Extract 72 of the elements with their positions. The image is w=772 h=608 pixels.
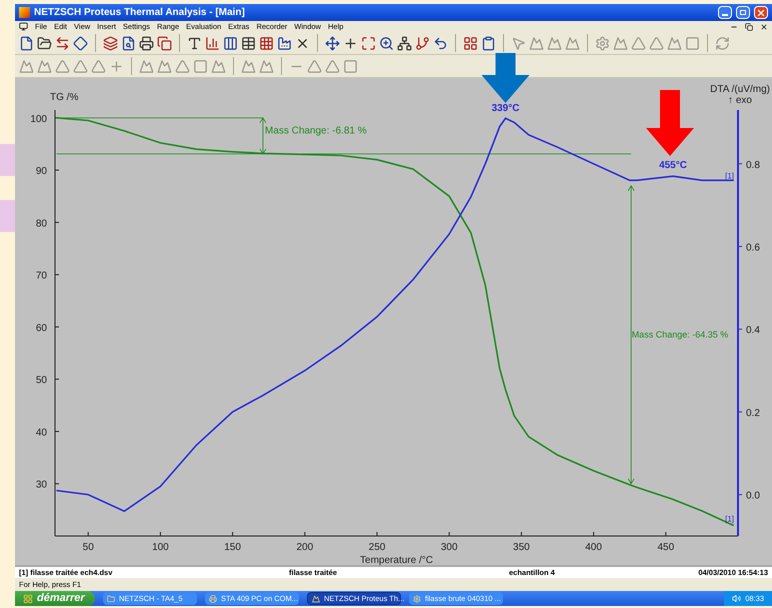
- tick-label: 70: [36, 270, 47, 282]
- tick-label: 0.4: [746, 325, 760, 336]
- text-icon[interactable]: [187, 36, 202, 50]
- undo-icon[interactable]: [433, 36, 448, 50]
- tick-label: 0.6: [746, 242, 760, 254]
- minimize-button[interactable]: [718, 6, 732, 19]
- tick-label: 300: [440, 542, 458, 553]
- columns-icon[interactable]: [223, 36, 238, 50]
- file-search-icon[interactable]: [121, 36, 136, 50]
- axis-title: Temperature /°C: [360, 555, 433, 566]
- copy-icon[interactable]: [157, 36, 172, 50]
- expand-icon[interactable]: [361, 36, 376, 50]
- tick-label: 30: [36, 480, 47, 491]
- mass-change-label: Mass Change: -6.81 %: [264, 126, 367, 137]
- peak-label: 339°C: [492, 103, 520, 114]
- folder-icon[interactable]: [37, 36, 52, 50]
- tick-label: 100: [30, 114, 47, 125]
- branch-icon[interactable]: [415, 36, 430, 50]
- grid-icon[interactable]: [463, 36, 478, 50]
- tick-label: 0.0: [746, 490, 760, 502]
- decor-shape: [0, 144, 15, 176]
- tick-label: 250: [368, 542, 386, 553]
- tick-label: 100: [152, 542, 169, 553]
- peak-label: 455°C: [659, 160, 687, 171]
- gear-icon: [413, 594, 421, 602]
- tick-label: 450: [657, 542, 674, 553]
- printer-icon[interactable]: [139, 36, 154, 50]
- tick-label: 0.2: [746, 408, 760, 419]
- window-title: NETZSCH Proteus Thermal Analysis - [Main]: [34, 6, 246, 20]
- arrows-icon[interactable]: [55, 36, 70, 50]
- mass-change-marker-drawing: [260, 117, 266, 155]
- layers-icon[interactable]: [103, 36, 118, 50]
- move-icon[interactable]: [325, 36, 340, 50]
- speaker-icon[interactable]: [732, 594, 742, 603]
- tick-label: 90: [36, 166, 47, 178]
- axis-title: TG /%: [50, 92, 78, 103]
- tick-label: 150: [224, 542, 241, 553]
- zoom-icon[interactable]: [379, 36, 394, 50]
- grid-icon[interactable]: [259, 36, 274, 50]
- table-icon[interactable]: [241, 36, 256, 50]
- restore-button[interactable]: [736, 6, 750, 19]
- diamond-icon[interactable]: [73, 36, 88, 50]
- tick-label: 400: [585, 542, 602, 553]
- tick-label: 0.8: [746, 160, 760, 171]
- factory-icon[interactable]: [277, 36, 292, 50]
- close-icon: [756, 8, 766, 18]
- decor-shape: [0, 200, 15, 232]
- network-icon[interactable]: [397, 36, 412, 50]
- tick-label: 350: [513, 542, 530, 553]
- folder-icon: [107, 594, 115, 602]
- tick-label: 200: [296, 542, 314, 553]
- new-file-icon[interactable]: [19, 36, 34, 50]
- close-icon[interactable]: [760, 22, 768, 30]
- axis-title: DTA /(uV/mg): [710, 84, 770, 95]
- clipboard-icon[interactable]: [481, 36, 496, 50]
- windows-logo-icon: [23, 594, 33, 604]
- printer-icon: [209, 594, 217, 602]
- app-logo-icon: [19, 7, 30, 18]
- restore-icon[interactable]: [745, 22, 753, 30]
- tick-label: 50: [82, 542, 94, 553]
- mass-change-label: Mass Change: -64.35 %: [632, 329, 728, 340]
- bar-chart-icon[interactable]: [205, 36, 220, 50]
- exo-label: ↑ exo: [728, 95, 752, 106]
- plus-icon[interactable]: [343, 36, 358, 50]
- peak-icon: [312, 594, 320, 602]
- tick-label: 80: [36, 218, 47, 230]
- close-button[interactable]: [754, 6, 768, 19]
- tick-label: 40: [36, 427, 47, 438]
- tick-label: 50: [36, 375, 47, 386]
- tick-label: 60: [36, 322, 47, 334]
- start-label: démarrer: [37, 591, 85, 606]
- curve-tag: [1]: [725, 514, 734, 524]
